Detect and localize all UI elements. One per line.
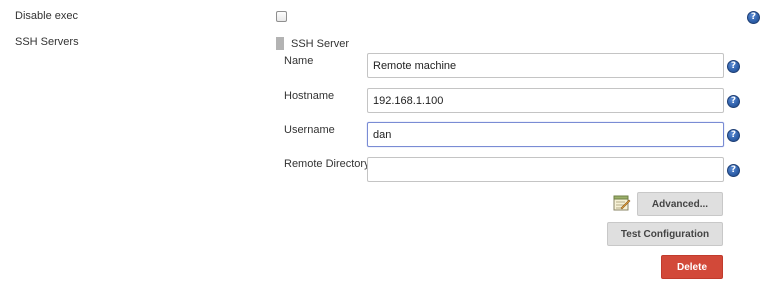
ssh-servers-label: SSH Servers	[15, 36, 79, 48]
hostname-label: Hostname	[284, 90, 335, 102]
disable-exec-label: Disable exec	[15, 10, 78, 22]
ssh-server-title: SSH Server	[291, 38, 350, 50]
disable-exec-checkbox[interactable]	[276, 11, 287, 22]
username-help-icon[interactable]: ?	[727, 129, 740, 142]
delete-button[interactable]: Delete	[661, 255, 723, 279]
username-label: Username	[284, 124, 335, 136]
notepad-icon	[613, 195, 631, 211]
remote-directory-label: Remote Directory	[284, 158, 370, 170]
advanced-button[interactable]: Advanced...	[637, 192, 723, 216]
username-field[interactable]	[367, 122, 724, 147]
hostname-field[interactable]	[367, 88, 724, 113]
remote-directory-help-icon[interactable]: ?	[727, 164, 740, 177]
test-configuration-button[interactable]: Test Configuration	[607, 222, 723, 246]
name-help-icon[interactable]: ?	[727, 60, 740, 73]
hostname-help-icon[interactable]: ?	[727, 95, 740, 108]
name-label: Name	[284, 55, 314, 67]
name-field[interactable]	[367, 53, 724, 78]
drag-handle-icon[interactable]	[276, 37, 284, 50]
remote-directory-field[interactable]	[367, 157, 724, 182]
disable-exec-help-icon[interactable]: ?	[747, 11, 760, 24]
